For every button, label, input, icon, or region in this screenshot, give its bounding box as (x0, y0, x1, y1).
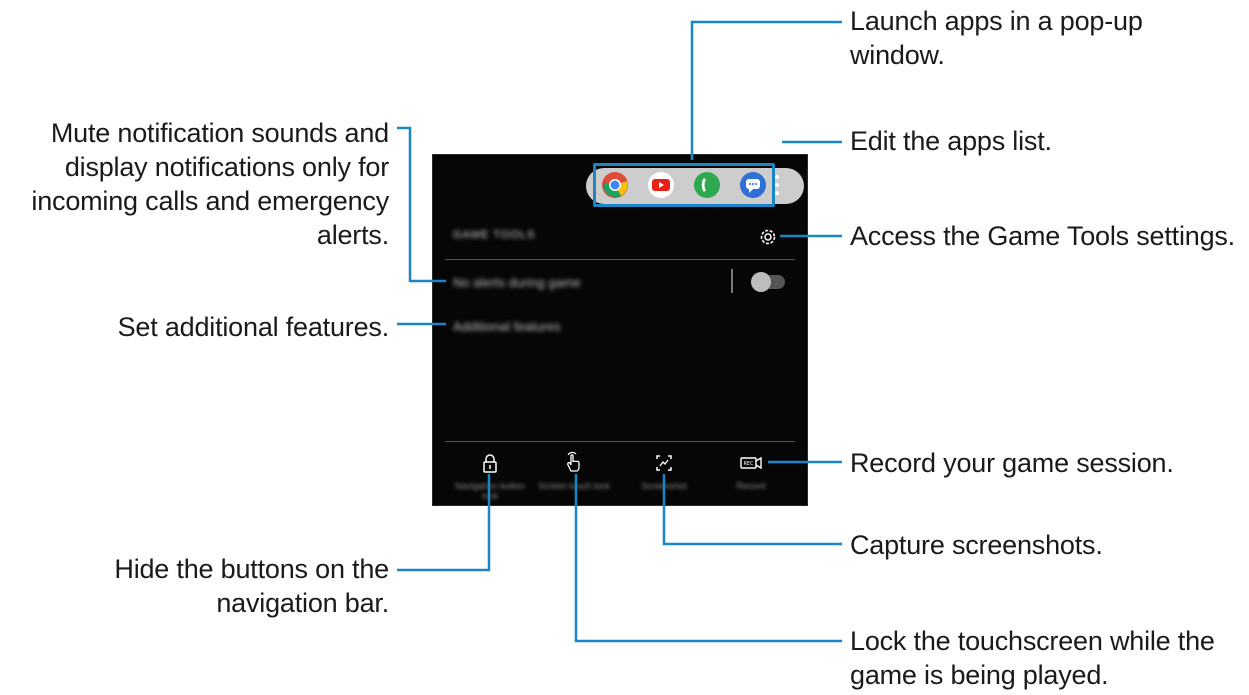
callout-mute: Mute notification sounds and display not… (31, 118, 389, 250)
callout-record: Record your game session. (850, 448, 1174, 478)
divider-bottom (445, 441, 795, 442)
toggle-knob[interactable] (751, 272, 771, 292)
more-options-icon[interactable] (774, 173, 780, 197)
callout-additional: Set additional features. (117, 312, 390, 342)
screenshot-icon[interactable] (652, 451, 676, 475)
apps-highlight-box (593, 163, 775, 207)
no-alerts-row-label[interactable]: No alerts during game (453, 275, 581, 290)
callout-screenshot: Capture screenshots. (850, 530, 1103, 560)
lock-icon[interactable] (478, 451, 502, 475)
callout-nav-bar: Hide the buttons on the navigation bar. (114, 554, 389, 618)
svg-text:REC: REC (743, 461, 754, 467)
game-tools-screen: GAME TOOLS No alerts during game Additio… (432, 154, 808, 506)
bottom-label-screenshot: Screenshot (641, 481, 687, 491)
bottom-label-record: Record (736, 481, 766, 491)
game-tools-title: GAME TOOLS (453, 229, 536, 241)
bottom-label-nav-lock: Navigation button lock (454, 481, 526, 501)
callout-settings: Access the Game Tools settings. (850, 221, 1235, 251)
callout-popup-apps: Launch apps in a pop-up window. (850, 6, 1143, 70)
additional-features-row-label[interactable]: Additional features (453, 319, 561, 334)
gear-icon[interactable] (757, 226, 779, 248)
record-icon[interactable]: REC (739, 451, 763, 475)
toggle-separator (731, 269, 733, 293)
touch-lock-icon[interactable] (562, 451, 586, 475)
callout-edit-apps: Edit the apps list. (850, 126, 1052, 156)
divider-top (445, 259, 795, 260)
bottom-label-touch-lock: Screen touch lock (538, 481, 610, 491)
callout-lock-touch: Lock the touchscreen while the game is b… (850, 626, 1215, 690)
leader-popup-apps (690, 20, 842, 160)
